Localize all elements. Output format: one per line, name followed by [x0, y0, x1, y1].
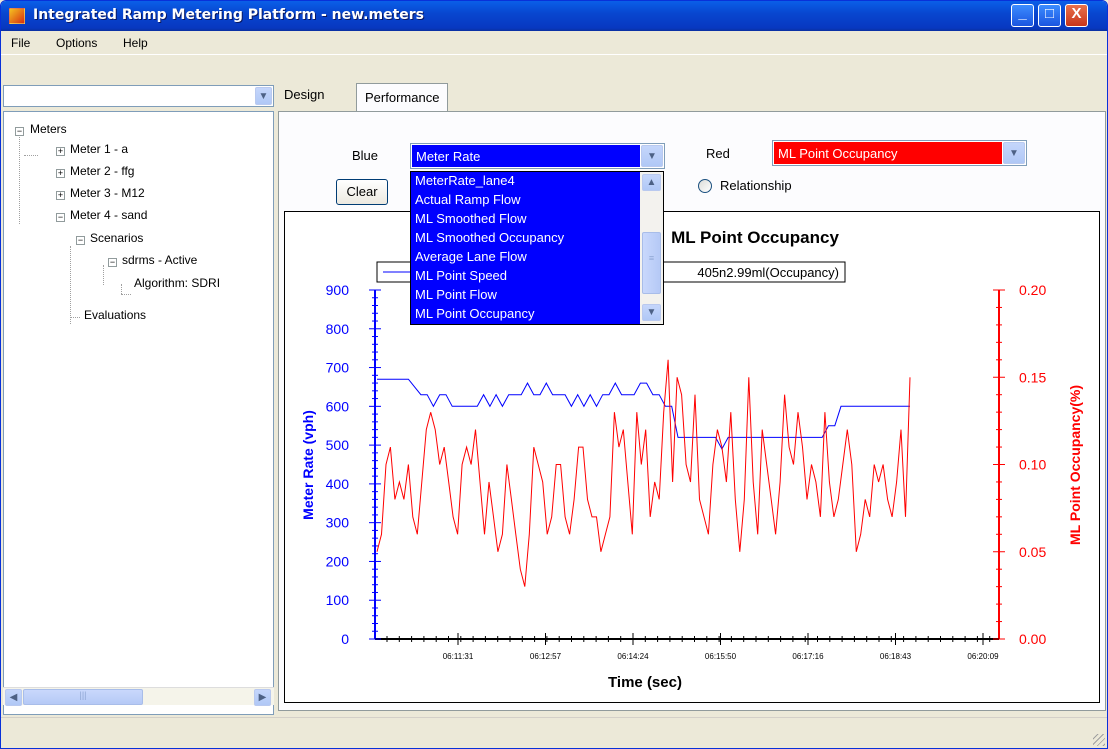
scroll-down-icon[interactable]: ▼: [642, 304, 661, 321]
window-title: Integrated Ramp Metering Platform - new.…: [33, 7, 424, 23]
tree-node-evaluations[interactable]: Evaluations: [84, 308, 146, 322]
collapse-icon[interactable]: −: [15, 127, 24, 136]
collapse-icon[interactable]: −: [56, 213, 65, 222]
tree-node-meter-4[interactable]: Meter 4 - sand: [70, 208, 147, 222]
tab-performance[interactable]: Performance: [356, 83, 449, 112]
collapse-icon[interactable]: −: [76, 236, 85, 245]
radio-icon[interactable]: [698, 179, 712, 193]
chart-svg: ML Point Occupancy 405n2.99ml(Occupancy) 0…: [300, 228, 1083, 691]
close-button[interactable]: X: [1065, 4, 1088, 27]
dropdown-item[interactable]: ML Smoothed Occupancy: [415, 230, 564, 245]
menu-file[interactable]: File: [11, 36, 30, 50]
menu-help[interactable]: Help: [123, 36, 148, 50]
left-tick-label: 600: [326, 398, 350, 414]
tab-design[interactable]: Design: [276, 81, 333, 107]
app-window: Integrated Ramp Metering Platform - new.…: [0, 0, 1108, 749]
right-tick-label: 0.20: [1019, 282, 1046, 298]
scroll-thumb[interactable]: ≡: [642, 232, 661, 294]
red-series-select[interactable]: ML Point Occupancy ▼: [772, 140, 1027, 166]
meter-rate-series-line: [377, 378, 910, 451]
right-tick-label: 0.05: [1019, 544, 1046, 560]
left-tick-label: 700: [326, 360, 350, 376]
collapse-icon[interactable]: −: [108, 258, 117, 267]
title-bar[interactable]: Integrated Ramp Metering Platform - new.…: [1, 1, 1107, 31]
x-tick-label: 06:18:43: [880, 652, 912, 661]
dropdown-item[interactable]: ML Point Speed: [415, 268, 507, 283]
left-tick-label: 300: [326, 515, 350, 531]
expand-icon[interactable]: +: [56, 191, 65, 200]
dropdown-item[interactable]: Actual Ramp Flow: [415, 192, 520, 207]
legend-label: 405n2.99ml(Occupancy): [697, 265, 839, 280]
left-tick-label: 0: [341, 631, 349, 647]
tree-node-meter-3[interactable]: Meter 3 - M12: [70, 186, 145, 200]
chevron-down-icon[interactable]: ▼: [641, 145, 663, 167]
chart-title: ML Point Occupancy: [671, 228, 839, 247]
dropdown-item[interactable]: MeterRate_lane4: [415, 173, 515, 188]
right-tick-label: 0.00: [1019, 631, 1046, 647]
y-right-label: ML Point Occupancy(%): [1067, 385, 1083, 545]
status-bar: [1, 717, 1107, 748]
scroll-right-icon[interactable]: ▶: [254, 689, 271, 706]
tree-horizontal-scrollbar[interactable]: ◀ ||| ▶: [3, 687, 274, 706]
meter-select[interactable]: ▼: [3, 85, 274, 107]
x-tick-label: 06:15:50: [705, 652, 737, 661]
tree-node-meter-2[interactable]: Meter 2 - ffg: [70, 164, 134, 178]
x-tick-label: 06:17:16: [792, 652, 824, 661]
tree-node-scenario[interactable]: sdrms - Active: [122, 253, 197, 267]
expand-icon[interactable]: +: [56, 147, 65, 156]
red-select-value: ML Point Occupancy: [774, 142, 1002, 164]
x-tick-label: 06:20:09: [967, 652, 999, 661]
blue-series-dropdown[interactable]: MeterRate_lane4 Actual Ramp Flow ML Smooth…: [410, 171, 664, 325]
right-tick-label: 0.15: [1019, 369, 1046, 385]
dropdown-item[interactable]: ML Point Occupancy: [415, 306, 534, 321]
tree-node-meter-1[interactable]: Meter 1 - a: [70, 142, 128, 156]
left-tick-label: 500: [326, 437, 350, 453]
dropdown-item[interactable]: ML Point Flow: [415, 287, 497, 302]
left-tick-label: 100: [326, 592, 350, 608]
tree-node-algorithm[interactable]: Algorithm: SDRI: [134, 276, 220, 290]
tree-node-meters[interactable]: Meters: [30, 122, 67, 136]
resize-grip-icon[interactable]: [1093, 734, 1105, 746]
performance-chart: ML Point Occupancy 405n2.99ml(Occupancy) 0…: [284, 211, 1100, 703]
left-tick-label: 400: [326, 476, 350, 492]
blue-series-select[interactable]: Meter Rate ▼: [410, 143, 665, 169]
scroll-left-icon[interactable]: ◀: [5, 689, 22, 706]
x-tick-label: 06:12:57: [530, 652, 562, 661]
relationship-label: Relationship: [720, 178, 792, 193]
dropdown-item[interactable]: Average Lane Flow: [415, 249, 527, 264]
clear-button[interactable]: Clear: [336, 179, 388, 205]
x-tick-label: 06:14:24: [617, 652, 649, 661]
maximize-button[interactable]: □: [1038, 4, 1061, 27]
occupancy-series-line: [376, 359, 911, 587]
left-tick-label: 900: [326, 282, 350, 298]
x-axis-label: Time (sec): [608, 674, 682, 691]
x-tick-label: 06:11:31: [443, 652, 474, 661]
app-icon: [9, 8, 25, 24]
blue-select-value: Meter Rate: [412, 145, 640, 167]
chevron-down-icon[interactable]: ▼: [1003, 142, 1025, 164]
chevron-down-icon[interactable]: ▼: [255, 87, 272, 105]
tree-node-scenarios[interactable]: Scenarios: [90, 231, 143, 245]
dropdown-scrollbar[interactable]: ▲ ≡ ▼: [640, 172, 663, 324]
scroll-up-icon[interactable]: ▲: [642, 174, 661, 191]
menu-bar: File Options Help: [1, 31, 1107, 55]
minimize-button[interactable]: _: [1011, 4, 1034, 27]
scroll-thumb[interactable]: |||: [23, 689, 143, 705]
left-tick-label: 200: [326, 553, 350, 569]
meter-tree[interactable]: − Meters + Meter 1 - a + Meter 2 - ffg +…: [3, 111, 274, 715]
right-tick-label: 0.10: [1019, 457, 1046, 473]
left-tick-label: 800: [326, 321, 350, 337]
blue-label: Blue: [352, 148, 379, 163]
red-label: Red: [706, 146, 730, 161]
dropdown-item[interactable]: ML Smoothed Flow: [415, 211, 527, 226]
y-left-label: Meter Rate (vph): [300, 410, 316, 520]
expand-icon[interactable]: +: [56, 169, 65, 178]
menu-options[interactable]: Options: [56, 36, 97, 50]
